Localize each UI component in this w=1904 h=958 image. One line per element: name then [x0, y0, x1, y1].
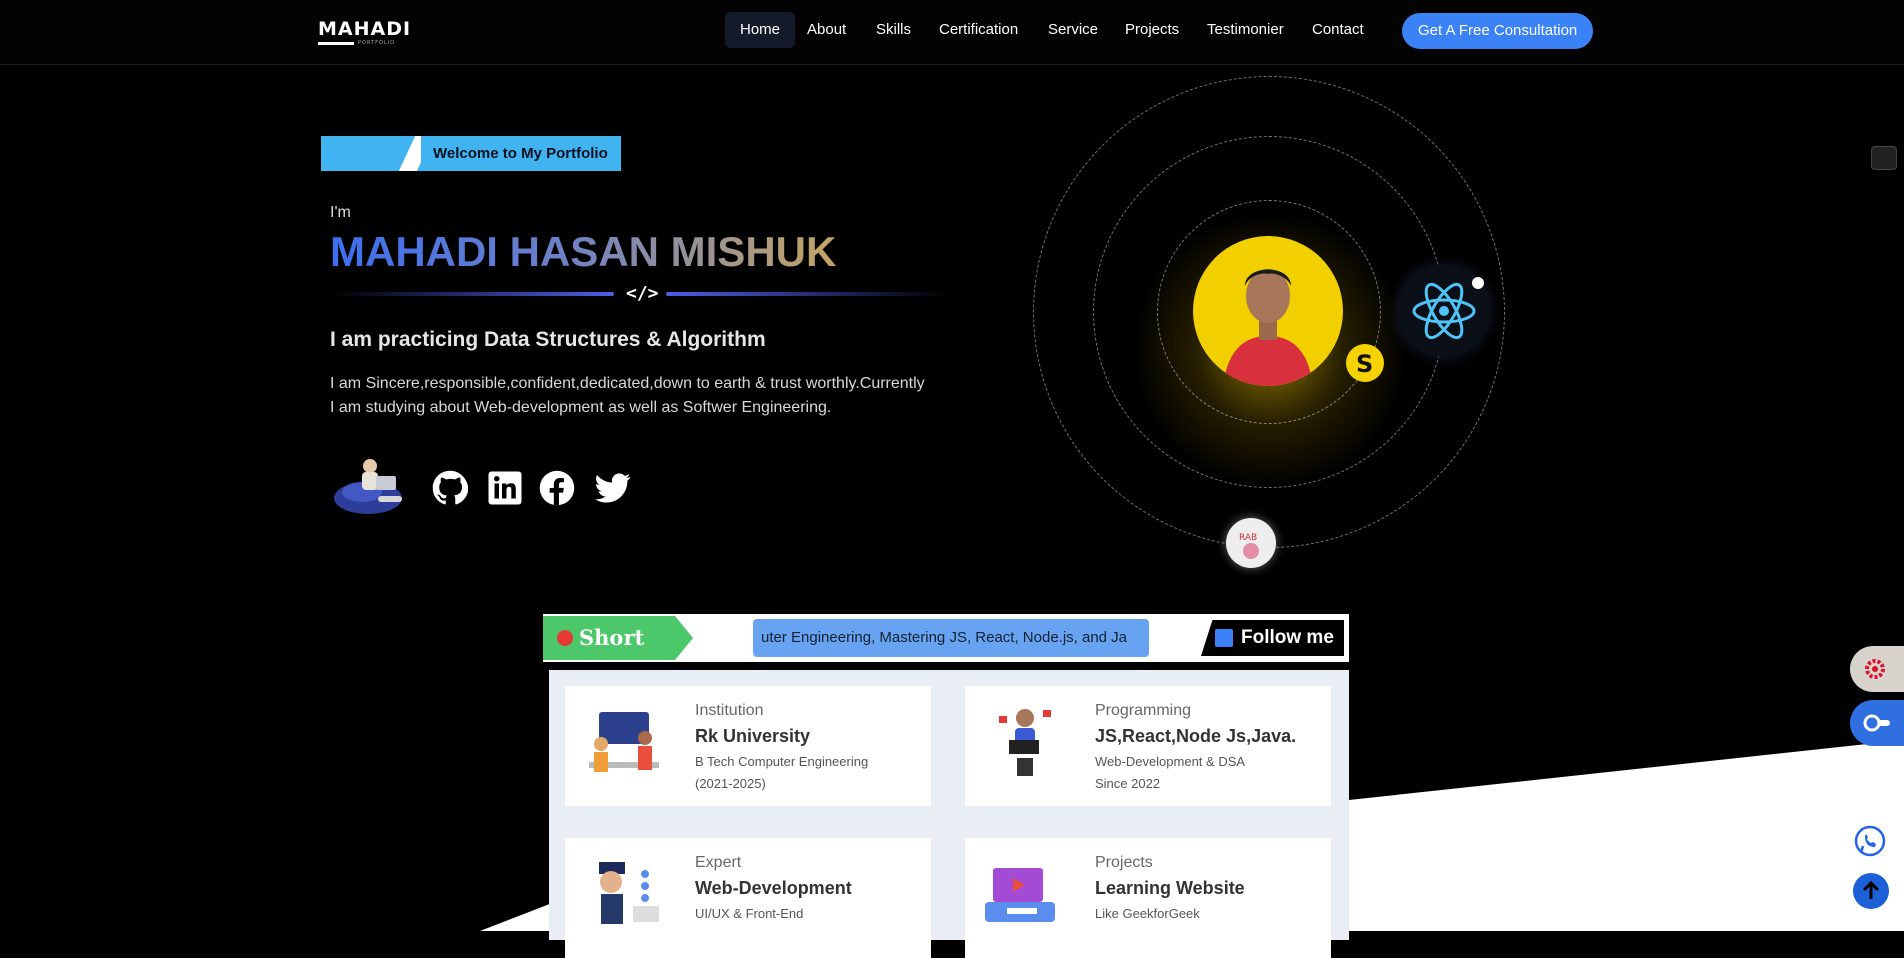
intro-ticker: uter Engineering, Mastering JS, React, N… [753, 619, 1149, 657]
nav-certification[interactable]: Certification [924, 12, 1033, 48]
card-detail-2: (2021-2025) [695, 776, 766, 791]
card-detail: Like GeekforGeek [1095, 906, 1200, 921]
theme-toggle[interactable] [1850, 700, 1904, 746]
card-title: Learning Website [1095, 878, 1245, 898]
svg-text:RAB: RAB [1239, 533, 1257, 543]
hero-name: MAHADI HASAN MISHUK [330, 228, 837, 275]
logo[interactable]: MAHADI PORTFOLIO [318, 18, 412, 46]
linkedin-icon[interactable] [487, 470, 523, 506]
intro-cards: Institution Rk University B Tech Compute… [549, 670, 1349, 958]
card-label: Programming [1095, 702, 1192, 719]
hand-pointer-icon [1215, 629, 1233, 647]
nav-service[interactable]: Service [1033, 12, 1113, 48]
nav-skills[interactable]: Skills [861, 12, 926, 48]
short-intro-bar: Short Intro uter Engineering, Mastering … [543, 614, 1349, 662]
translate-icon[interactable] [1871, 146, 1897, 170]
profile-portrait [1223, 269, 1313, 386]
react-badge [1398, 265, 1490, 357]
section-slope [1349, 740, 1904, 931]
svg-text:S: S [1356, 350, 1373, 378]
codestudio-badge: S [1346, 344, 1384, 382]
navbar: MAHADI PORTFOLIO Home About Skills Certi… [0, 0, 1904, 65]
divider-right [666, 292, 950, 296]
card-expert: Expert Web-Development UI/UX & Front-End [565, 838, 931, 958]
facebook-icon[interactable] [539, 470, 575, 506]
whatsapp-icon[interactable] [1853, 824, 1887, 858]
welcome-text: Welcome to My Portfolio [433, 145, 608, 162]
bio-line-1: I am Sincere,responsible,confident,dedic… [330, 375, 925, 392]
nav-testimonier[interactable]: Testimonier [1192, 12, 1299, 48]
card-programming: Programming JS,React,Node Js,Java. Web-D… [965, 686, 1331, 806]
logo-underline [318, 42, 354, 45]
card-detail: UI/UX & Front-End [695, 906, 804, 921]
scroll-top-button[interactable] [1853, 873, 1889, 909]
logo-subtext: PORTFOLIO [358, 40, 396, 46]
card-title: Web-Development [695, 878, 852, 898]
ticker-text: uter Engineering, Mastering JS, React, N… [761, 629, 1128, 646]
hero-bio: I am Sincere,responsible,confident,dedic… [330, 372, 960, 420]
brightness-icon [1863, 714, 1890, 732]
card-institution: Institution Rk University B Tech Compute… [565, 686, 931, 806]
settings-toggle[interactable] [1850, 646, 1904, 692]
hero-tagline: I am practicing Data Structures & Algori… [330, 328, 766, 351]
divider-left [330, 292, 614, 296]
follow-me-label: Follow me [1241, 627, 1334, 648]
card-label: Expert [695, 854, 742, 871]
nav-projects[interactable]: Projects [1110, 12, 1194, 48]
card-projects: Projects Learning Website Like GeekforGe… [965, 838, 1331, 958]
nav-home[interactable]: Home [725, 12, 796, 48]
rabbit-badge: RAB [1226, 518, 1276, 568]
pin-icon [557, 630, 573, 646]
bio-line-2: I am studying about Web-development as w… [330, 399, 832, 416]
logo-text: MAHADI [318, 18, 412, 40]
beanbag-illustration [334, 459, 402, 514]
short-intro-tag: Short Intro [543, 616, 693, 660]
card-label: Projects [1095, 854, 1153, 871]
coder-chair-illustration [999, 709, 1051, 776]
section-slope-left [480, 900, 560, 931]
consultation-button[interactable]: Get A Free Consultation [1402, 13, 1594, 49]
react-icon [1412, 277, 1484, 340]
card-label: Institution [695, 702, 764, 719]
card-detail: B Tech Computer Engineering [695, 754, 869, 769]
greeting: I'm [330, 204, 351, 221]
welcome-banner: Welcome to My Portfolio [321, 136, 621, 171]
nav-about[interactable]: About [792, 12, 861, 48]
gear-icon [1865, 659, 1885, 679]
code-icon: </> [626, 283, 659, 304]
classroom-illustration [589, 712, 659, 772]
profile-avatar [1193, 236, 1343, 386]
card-detail-2: Since 2022 [1095, 776, 1161, 791]
follow-me-button[interactable]: Follow me [1201, 620, 1344, 656]
card-title: JS,React,Node Js,Java. [1095, 726, 1297, 746]
twitter-icon[interactable] [595, 470, 631, 506]
arrow-up-icon [1862, 880, 1880, 899]
nav-contact[interactable]: Contact [1297, 12, 1379, 48]
card-title: Rk University [695, 726, 811, 746]
github-icon[interactable] [432, 470, 468, 506]
card-detail: Web-Development & DSA [1095, 754, 1246, 769]
